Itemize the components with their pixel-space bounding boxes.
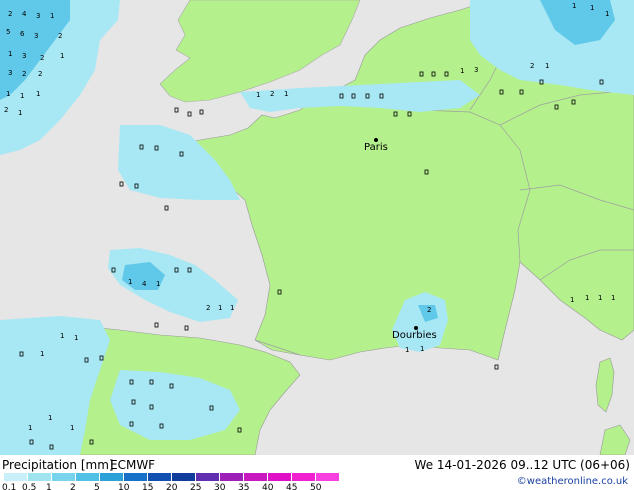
svg-text:1: 1 xyxy=(460,67,464,75)
legend-tick: 45 xyxy=(286,483,298,490)
city-label-dourbies: Dourbies xyxy=(392,330,437,341)
svg-text:4: 4 xyxy=(142,280,147,288)
legend-swatch xyxy=(196,473,220,481)
svg-text:2: 2 xyxy=(427,306,431,314)
svg-text:2: 2 xyxy=(530,62,534,70)
legend-tick: 15 xyxy=(142,483,154,490)
legend-tick: 1 xyxy=(46,483,52,490)
svg-text:1: 1 xyxy=(605,10,609,18)
precipitation-map: 2431 5632 1321 322 111 21 121 1321 1 11 1… xyxy=(0,0,634,455)
svg-text:1: 1 xyxy=(18,109,22,117)
svg-text:2: 2 xyxy=(58,32,62,40)
legend-swatch xyxy=(220,473,244,481)
svg-text:2: 2 xyxy=(270,90,274,98)
svg-text:2: 2 xyxy=(38,70,42,78)
legend-color-scale xyxy=(4,473,340,481)
legend-tick: 30 xyxy=(214,483,226,490)
svg-text:1: 1 xyxy=(36,90,40,98)
svg-text:1: 1 xyxy=(40,350,44,358)
svg-text:2: 2 xyxy=(4,106,8,114)
svg-text:1: 1 xyxy=(405,346,409,354)
legend-arrow-icon xyxy=(326,473,334,481)
legend-swatch xyxy=(100,473,124,481)
legend-swatch xyxy=(148,473,172,481)
svg-text:2: 2 xyxy=(8,10,12,18)
legend-tick: 20 xyxy=(166,483,178,490)
svg-text:1: 1 xyxy=(8,50,12,58)
svg-text:1: 1 xyxy=(420,345,424,353)
svg-text:2: 2 xyxy=(22,70,26,78)
svg-text:1: 1 xyxy=(60,332,64,340)
svg-text:1: 1 xyxy=(230,304,234,312)
svg-text:2: 2 xyxy=(40,54,44,62)
legend-tick-labels: 0.1 0.5 1 2 5 10 15 20 25 30 35 40 45 50 xyxy=(2,483,332,490)
legend-swatch xyxy=(52,473,76,481)
svg-text:3: 3 xyxy=(474,66,478,74)
svg-text:1: 1 xyxy=(28,424,32,432)
legend-tick: 2 xyxy=(70,483,76,490)
legend-tick: 40 xyxy=(262,483,274,490)
svg-text:1: 1 xyxy=(284,90,288,98)
svg-text:1: 1 xyxy=(590,4,594,12)
svg-text:1: 1 xyxy=(60,52,64,60)
legend-swatch xyxy=(4,473,28,481)
svg-text:1: 1 xyxy=(6,90,10,98)
legend-tick: 0.1 xyxy=(2,483,17,490)
svg-text:1: 1 xyxy=(572,2,576,10)
svg-text:3: 3 xyxy=(8,69,12,77)
svg-text:2: 2 xyxy=(206,304,210,312)
weather-map-page: 2431 5632 1321 322 111 21 121 1321 111 1… xyxy=(0,0,634,490)
legend-swatch xyxy=(28,473,52,481)
legend-tick: 5 xyxy=(94,483,100,490)
legend-swatch xyxy=(244,473,268,481)
legend-swatch xyxy=(172,473,196,481)
legend-valid-time: We 14-01-2026 09..12 UTC (06+06) xyxy=(414,458,630,472)
svg-text:1: 1 xyxy=(218,304,222,312)
svg-text:1: 1 xyxy=(598,294,602,302)
svg-text:1: 1 xyxy=(50,12,54,20)
svg-text:1: 1 xyxy=(74,334,78,342)
legend-tick: 50 xyxy=(310,483,322,490)
legend-swatch xyxy=(292,473,316,481)
svg-text:1: 1 xyxy=(20,92,24,100)
legend-title: Precipitation [mm] xyxy=(2,458,114,472)
svg-text:1: 1 xyxy=(256,91,260,99)
svg-text:1: 1 xyxy=(48,414,52,422)
svg-text:1: 1 xyxy=(611,294,615,302)
svg-text:3: 3 xyxy=(36,12,40,20)
svg-text:3: 3 xyxy=(34,32,38,40)
legend-swatch xyxy=(268,473,292,481)
credit-link[interactable]: ©weatheronline.co.uk xyxy=(517,476,628,487)
svg-text:1: 1 xyxy=(585,294,589,302)
legend-panel: Precipitation [mm] ECMWF We 14-01-2026 0… xyxy=(0,455,634,490)
svg-text:6: 6 xyxy=(20,30,25,38)
legend-model: ECMWF xyxy=(110,458,156,472)
legend-swatch xyxy=(76,473,100,481)
legend-swatch xyxy=(124,473,148,481)
svg-text:5: 5 xyxy=(6,28,10,36)
svg-text:4: 4 xyxy=(22,10,27,18)
svg-text:1: 1 xyxy=(128,278,132,286)
svg-text:1: 1 xyxy=(70,424,74,432)
legend-tick: 35 xyxy=(238,483,250,490)
legend-tick: 25 xyxy=(190,483,202,490)
svg-text:1: 1 xyxy=(570,296,574,304)
legend-tick: 0.5 xyxy=(22,483,37,490)
svg-text:1: 1 xyxy=(545,62,549,70)
svg-text:1: 1 xyxy=(156,280,160,288)
legend-tick: 10 xyxy=(118,483,130,490)
city-label-paris: Paris xyxy=(364,142,388,153)
svg-text:3: 3 xyxy=(22,52,26,60)
